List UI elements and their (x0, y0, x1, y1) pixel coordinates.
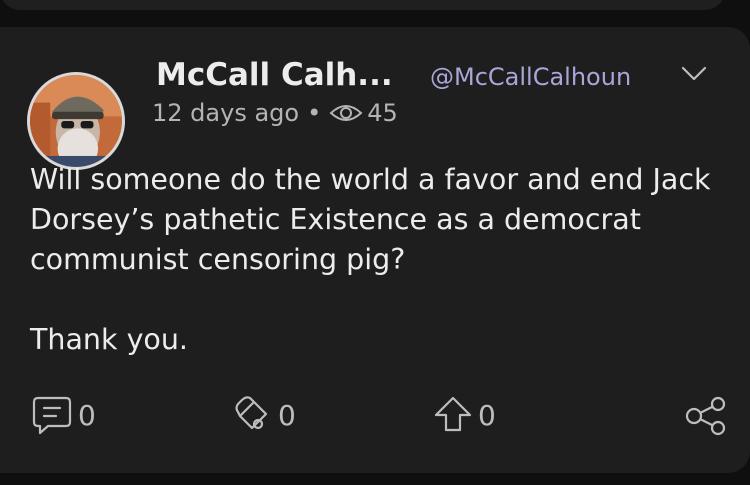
comment-button[interactable]: 0 (32, 394, 96, 436)
post-timestamp: 12 days ago (152, 99, 300, 127)
post-card: McCall Calh... @McCallCalhoun 12 days ag… (0, 27, 750, 473)
comment-icon (32, 396, 72, 435)
view-count: 45 (367, 99, 398, 127)
share-icon[interactable] (684, 396, 728, 436)
upvote-button[interactable]: 0 (432, 394, 496, 436)
upvote-count: 0 (478, 398, 496, 432)
post-closing: Thank you. (30, 323, 188, 356)
post-body: Will someone do the world a favor and en… (30, 160, 740, 360)
author-name[interactable]: McCall Calh... (156, 57, 393, 93)
repost-count: 0 (278, 398, 296, 432)
comment-count: 0 (78, 398, 96, 432)
post-meta: 12 days ago • 45 (152, 99, 398, 127)
previous-post-card (0, 0, 725, 10)
upvote-icon (434, 396, 472, 432)
avatar[interactable] (27, 72, 125, 170)
eye-icon (329, 105, 363, 121)
post-text: Will someone do the world a favor and en… (30, 163, 711, 276)
repost-button[interactable]: 0 (232, 394, 296, 436)
author-handle[interactable]: @McCallCalhoun (430, 63, 631, 91)
chevron-down-icon[interactable] (680, 64, 708, 84)
meta-separator: • (307, 99, 322, 127)
avatar-image (30, 75, 122, 167)
repost-icon (235, 396, 268, 430)
